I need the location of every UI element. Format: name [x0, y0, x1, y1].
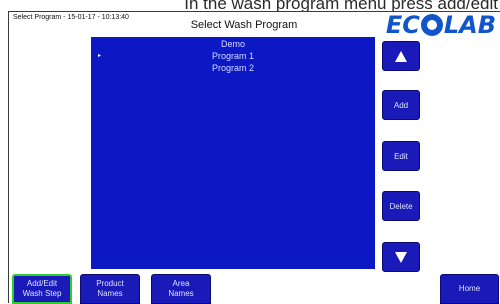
product-names-line2: Names	[97, 289, 123, 298]
ecolab-logo: EC LAB	[386, 11, 496, 39]
product-names-line1: Product	[96, 279, 124, 288]
add-edit-label-line1: Add/Edit	[26, 279, 58, 288]
selection-marker-icon: ▸	[98, 53, 102, 59]
edit-button[interactable]: Edit	[382, 141, 420, 171]
scroll-down-button[interactable]	[382, 242, 420, 272]
arrow-down-icon	[395, 251, 407, 263]
logo-text: EC LAB	[385, 11, 496, 39]
area-names-button[interactable]: Area Names	[151, 274, 211, 304]
add-edit-label-line2: Wash Step	[22, 289, 62, 298]
add-edit-wash-step-button[interactable]: Add/Edit Wash Step	[12, 274, 72, 304]
hmi-screen: Select Program - 15-01-17 - 10:13:40 Sel…	[8, 11, 500, 304]
area-names-line2: Names	[168, 289, 194, 298]
area-names-line1: Area	[172, 279, 190, 288]
delete-button[interactable]: Delete	[382, 191, 420, 221]
product-names-button[interactable]: Product Names	[80, 274, 140, 304]
status-line: Select Program - 15-01-17 - 10:13:40	[13, 14, 129, 21]
scroll-up-button[interactable]	[382, 41, 420, 71]
logo-o-icon	[420, 14, 443, 36]
page-title: Select Wash Program	[190, 19, 298, 31]
home-button[interactable]: Home	[440, 274, 499, 304]
program-list[interactable]: Demo Program 1 ▸ Program 2	[91, 37, 375, 269]
list-item-demo[interactable]: Demo	[91, 38, 375, 50]
list-item-program-1[interactable]: Program 1	[91, 50, 375, 62]
list-item-program-2[interactable]: Program 2	[91, 62, 375, 74]
add-button[interactable]: Add	[382, 90, 420, 120]
arrow-up-icon	[395, 50, 407, 62]
